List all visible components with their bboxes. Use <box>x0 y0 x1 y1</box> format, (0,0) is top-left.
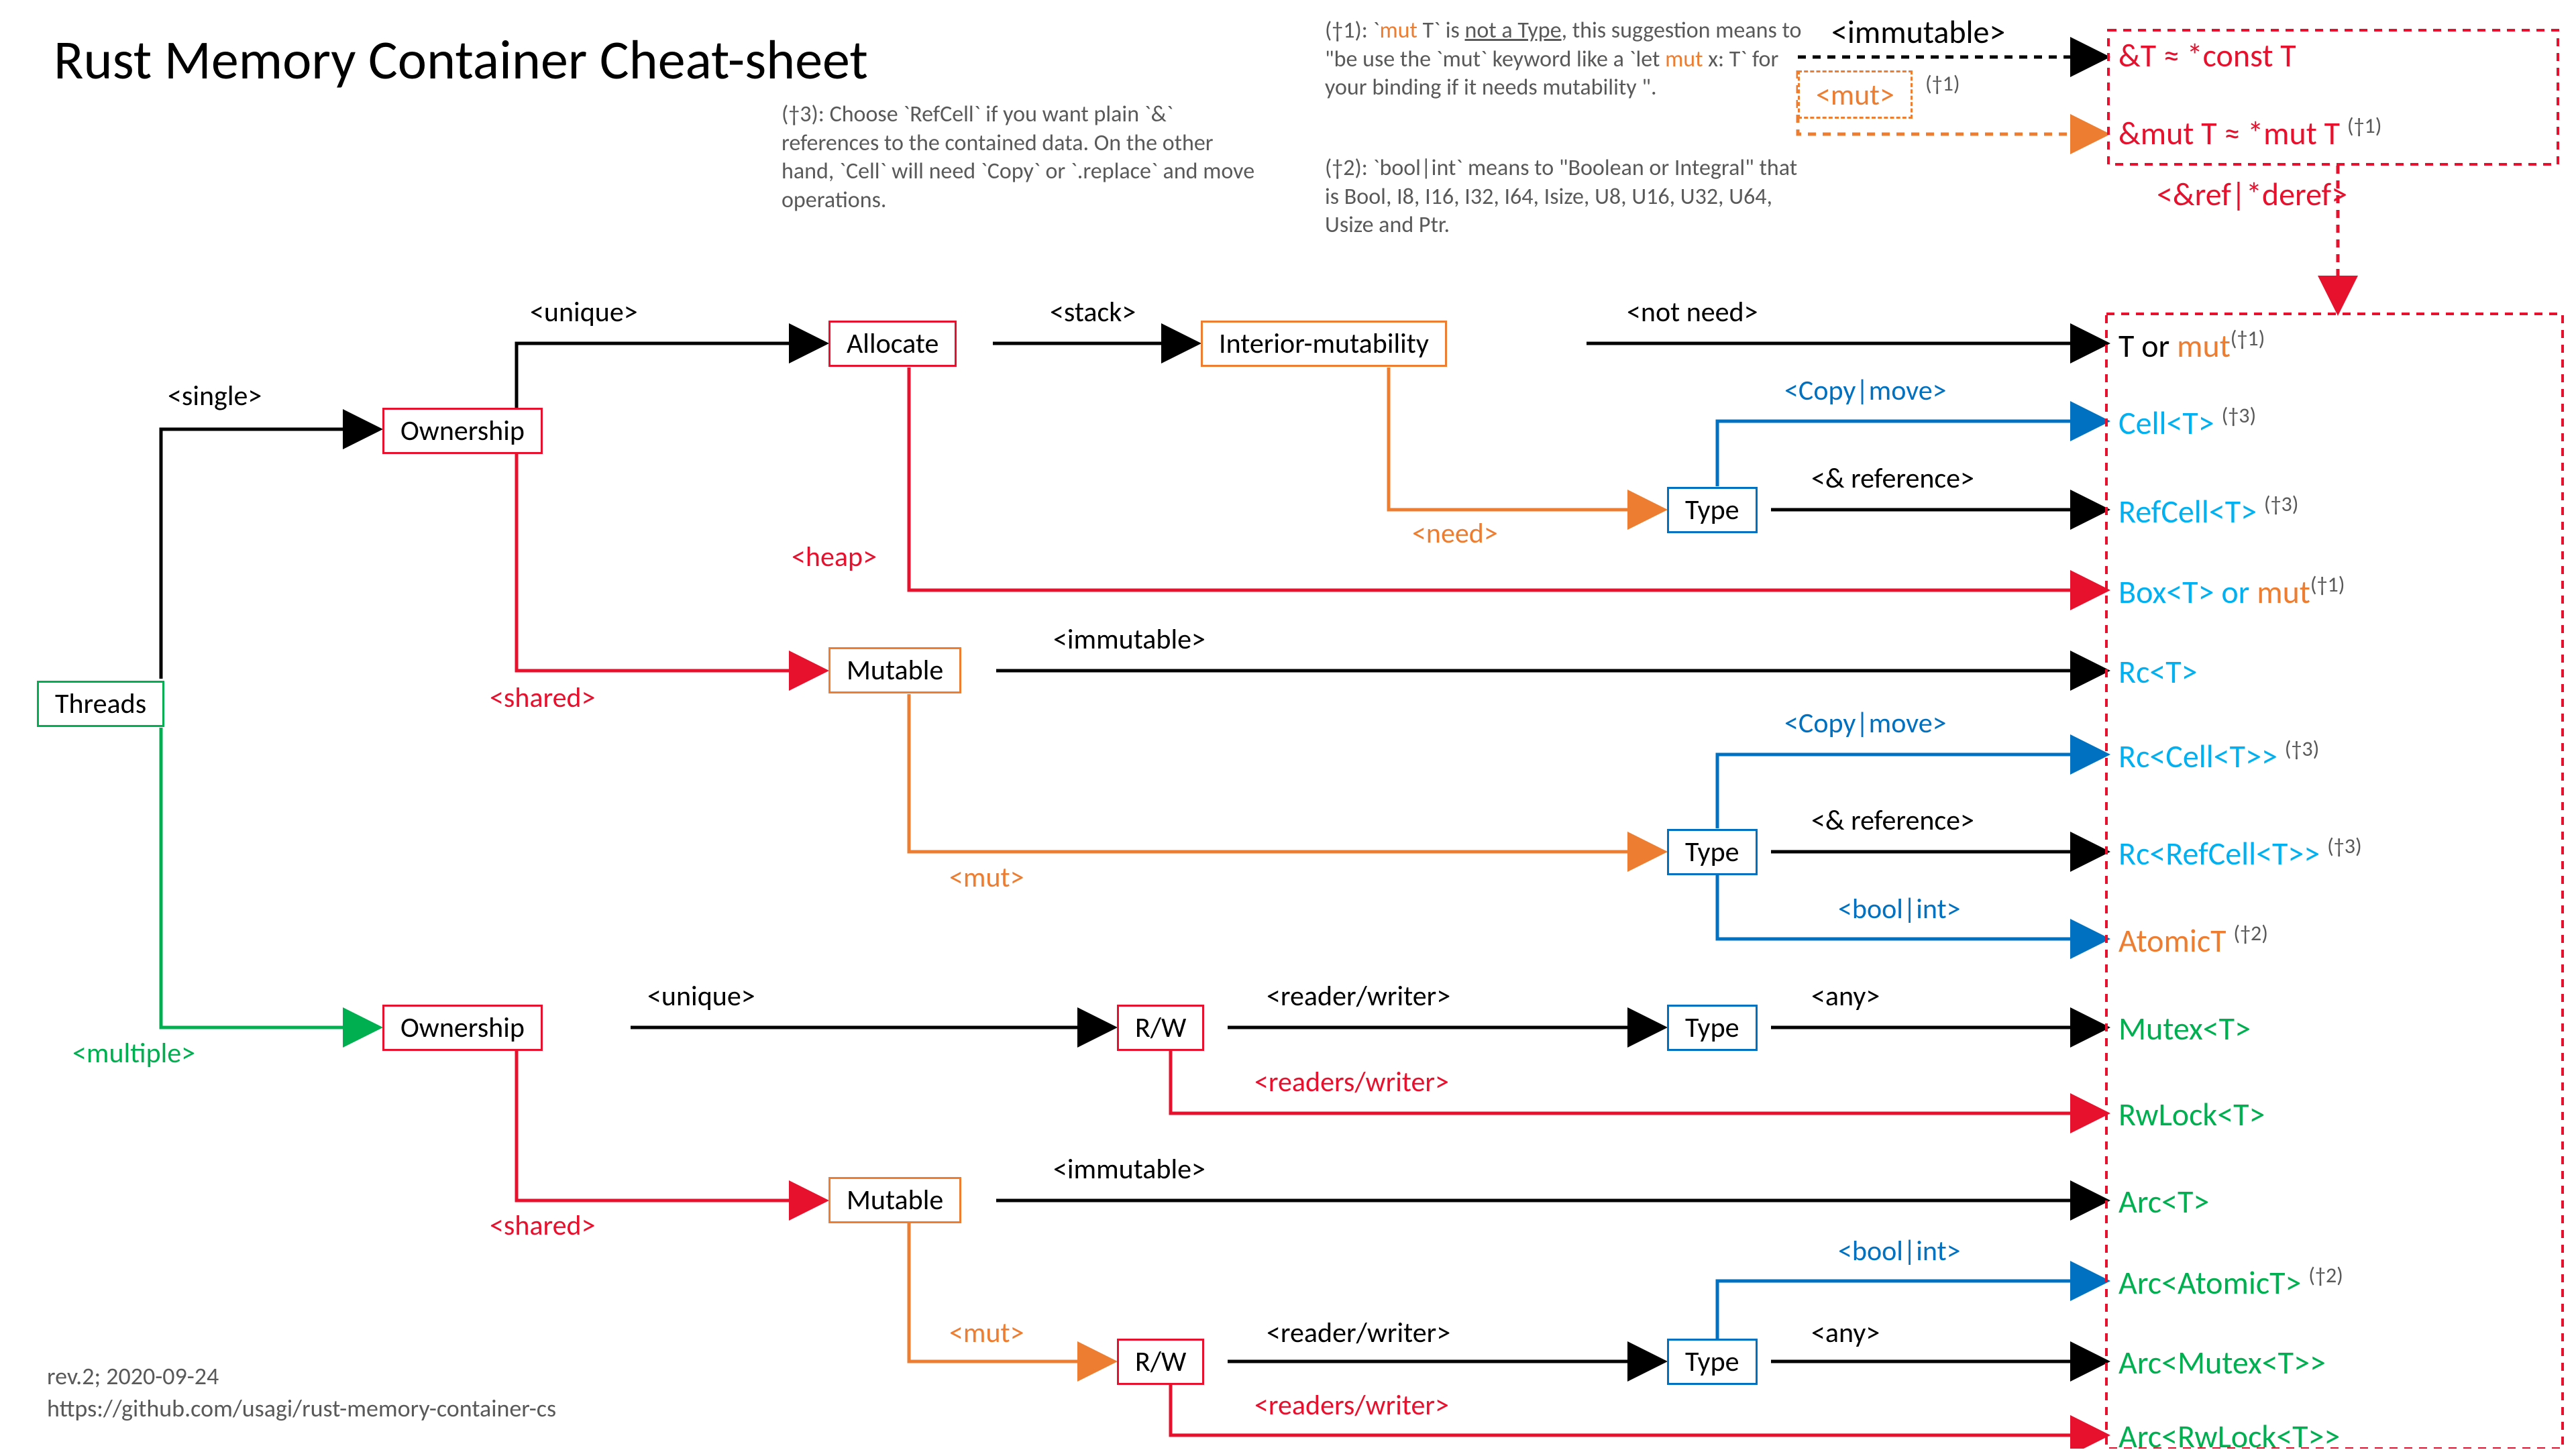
ownership-box-2: Ownership <box>382 1005 543 1051</box>
edge-single: <single> <box>168 379 262 413</box>
type-box-4: Type <box>1667 1339 1758 1385</box>
edge-readerswriter-2: <readers/writer> <box>1254 1388 1449 1422</box>
edge-mut-2: <mut> <box>949 1316 1024 1350</box>
edge-mut-1: <mut> <box>949 860 1024 895</box>
out-arcrwlock: Arc<RwLock<T>> <box>2118 1416 2340 1456</box>
edge-boolint-2: <bool|int> <box>1838 1234 1961 1268</box>
out-rc: Rc<T> <box>2118 652 2198 691</box>
edge-ref-2: <& reference> <box>1811 803 1974 838</box>
mutable-box-2: Mutable <box>828 1177 961 1223</box>
type-box-3: Type <box>1667 1005 1758 1051</box>
edge-copymove-2: <Copy|move> <box>1784 706 1947 740</box>
edge-notneed: <not need> <box>1627 295 1758 329</box>
type-box-1: Type <box>1667 487 1758 533</box>
edge-readerwriter-2: <reader/writer> <box>1267 1316 1450 1350</box>
edge-immutable-2: <immutable> <box>1053 1152 1205 1186</box>
rw-box-1: R/W <box>1117 1005 1204 1051</box>
out-t-or-mut: T or mut(†1) <box>2118 325 2265 366</box>
edge-refderef: <&ref|*deref> <box>2157 174 2347 214</box>
threads-box: Threads <box>37 681 164 727</box>
edge-mut-top: <mut> <box>1798 70 1913 119</box>
edge-any-2: <any> <box>1811 1316 1880 1350</box>
footnote-2: (†2): `bool|int` means to "Boolean or In… <box>1325 154 1808 240</box>
out-mutex: Mutex<T> <box>2118 1009 2251 1048</box>
ownership-box-1: Ownership <box>382 408 543 454</box>
footnote-3: (†3): Choose `RefCell` if you want plain… <box>782 101 1265 215</box>
edge-readerwriter-1: <reader/writer> <box>1267 979 1450 1013</box>
url-line: https://github.com/usagi/rust-memory-con… <box>47 1394 556 1423</box>
out-refcell: RefCell<T> (†3) <box>2118 491 2298 531</box>
edge-copymove-1: <Copy|move> <box>1784 374 1947 408</box>
out-rwlock: RwLock<T> <box>2118 1095 2265 1134</box>
rw-box-2: R/W <box>1117 1339 1204 1385</box>
interior-mutability-box: Interior-mutability <box>1201 321 1447 367</box>
rev-line: rev.2; 2020-09-24 <box>47 1361 219 1391</box>
out-cell: Cell<T> (†3) <box>2118 402 2256 443</box>
edge-boolint-1: <bool|int> <box>1838 892 1961 926</box>
edge-ref-1: <& reference> <box>1811 461 1974 496</box>
out-atomict: AtomicT (†2) <box>2118 920 2268 960</box>
edge-shared-1: <shared> <box>490 681 596 715</box>
type-box-2: Type <box>1667 829 1758 875</box>
out-rccell: Rc<Cell<T>> (†3) <box>2118 736 2319 776</box>
edge-immutable-1: <immutable> <box>1053 622 1205 657</box>
out-arcmutex: Arc<Mutex<T>> <box>2118 1343 2326 1382</box>
edge-heap: <heap> <box>792 540 877 574</box>
edge-stack: <stack> <box>1050 295 1136 329</box>
out-arc: Arc<T> <box>2118 1182 2209 1221</box>
edge-any-1: <any> <box>1811 979 1880 1013</box>
edge-readerswriter-1: <readers/writer> <box>1254 1065 1449 1099</box>
mutable-box-1: Mutable <box>828 647 961 693</box>
out-rcrefcell: Rc<RefCell<T>> (†3) <box>2118 833 2362 873</box>
edge-unique-2: <unique> <box>647 979 755 1013</box>
edge-mut-top-fn: (†1) <box>1925 70 1960 97</box>
allocate-box: Allocate <box>828 321 957 367</box>
page-title: Rust Memory Container Cheat-sheet <box>54 27 868 94</box>
out-arcatomic: Arc<AtomicT> (†2) <box>2118 1262 2343 1302</box>
edge-unique-1: <unique> <box>530 295 638 329</box>
out-box: Box<T> or mut(†1) <box>2118 571 2345 612</box>
footnote-1: (†1): `mut T` is not a Type, this sugges… <box>1325 17 1808 103</box>
edge-multiple: <multiple> <box>72 1036 195 1070</box>
edge-need: <need> <box>1412 516 1498 551</box>
out-ref-mut: &mut T ≈ *mut T (†1) <box>2118 113 2381 153</box>
edge-shared-2: <shared> <box>490 1209 596 1243</box>
out-ref-const: &T ≈ *const T <box>2118 36 2296 75</box>
edge-immutable-top: <immutable> <box>1831 12 2005 52</box>
